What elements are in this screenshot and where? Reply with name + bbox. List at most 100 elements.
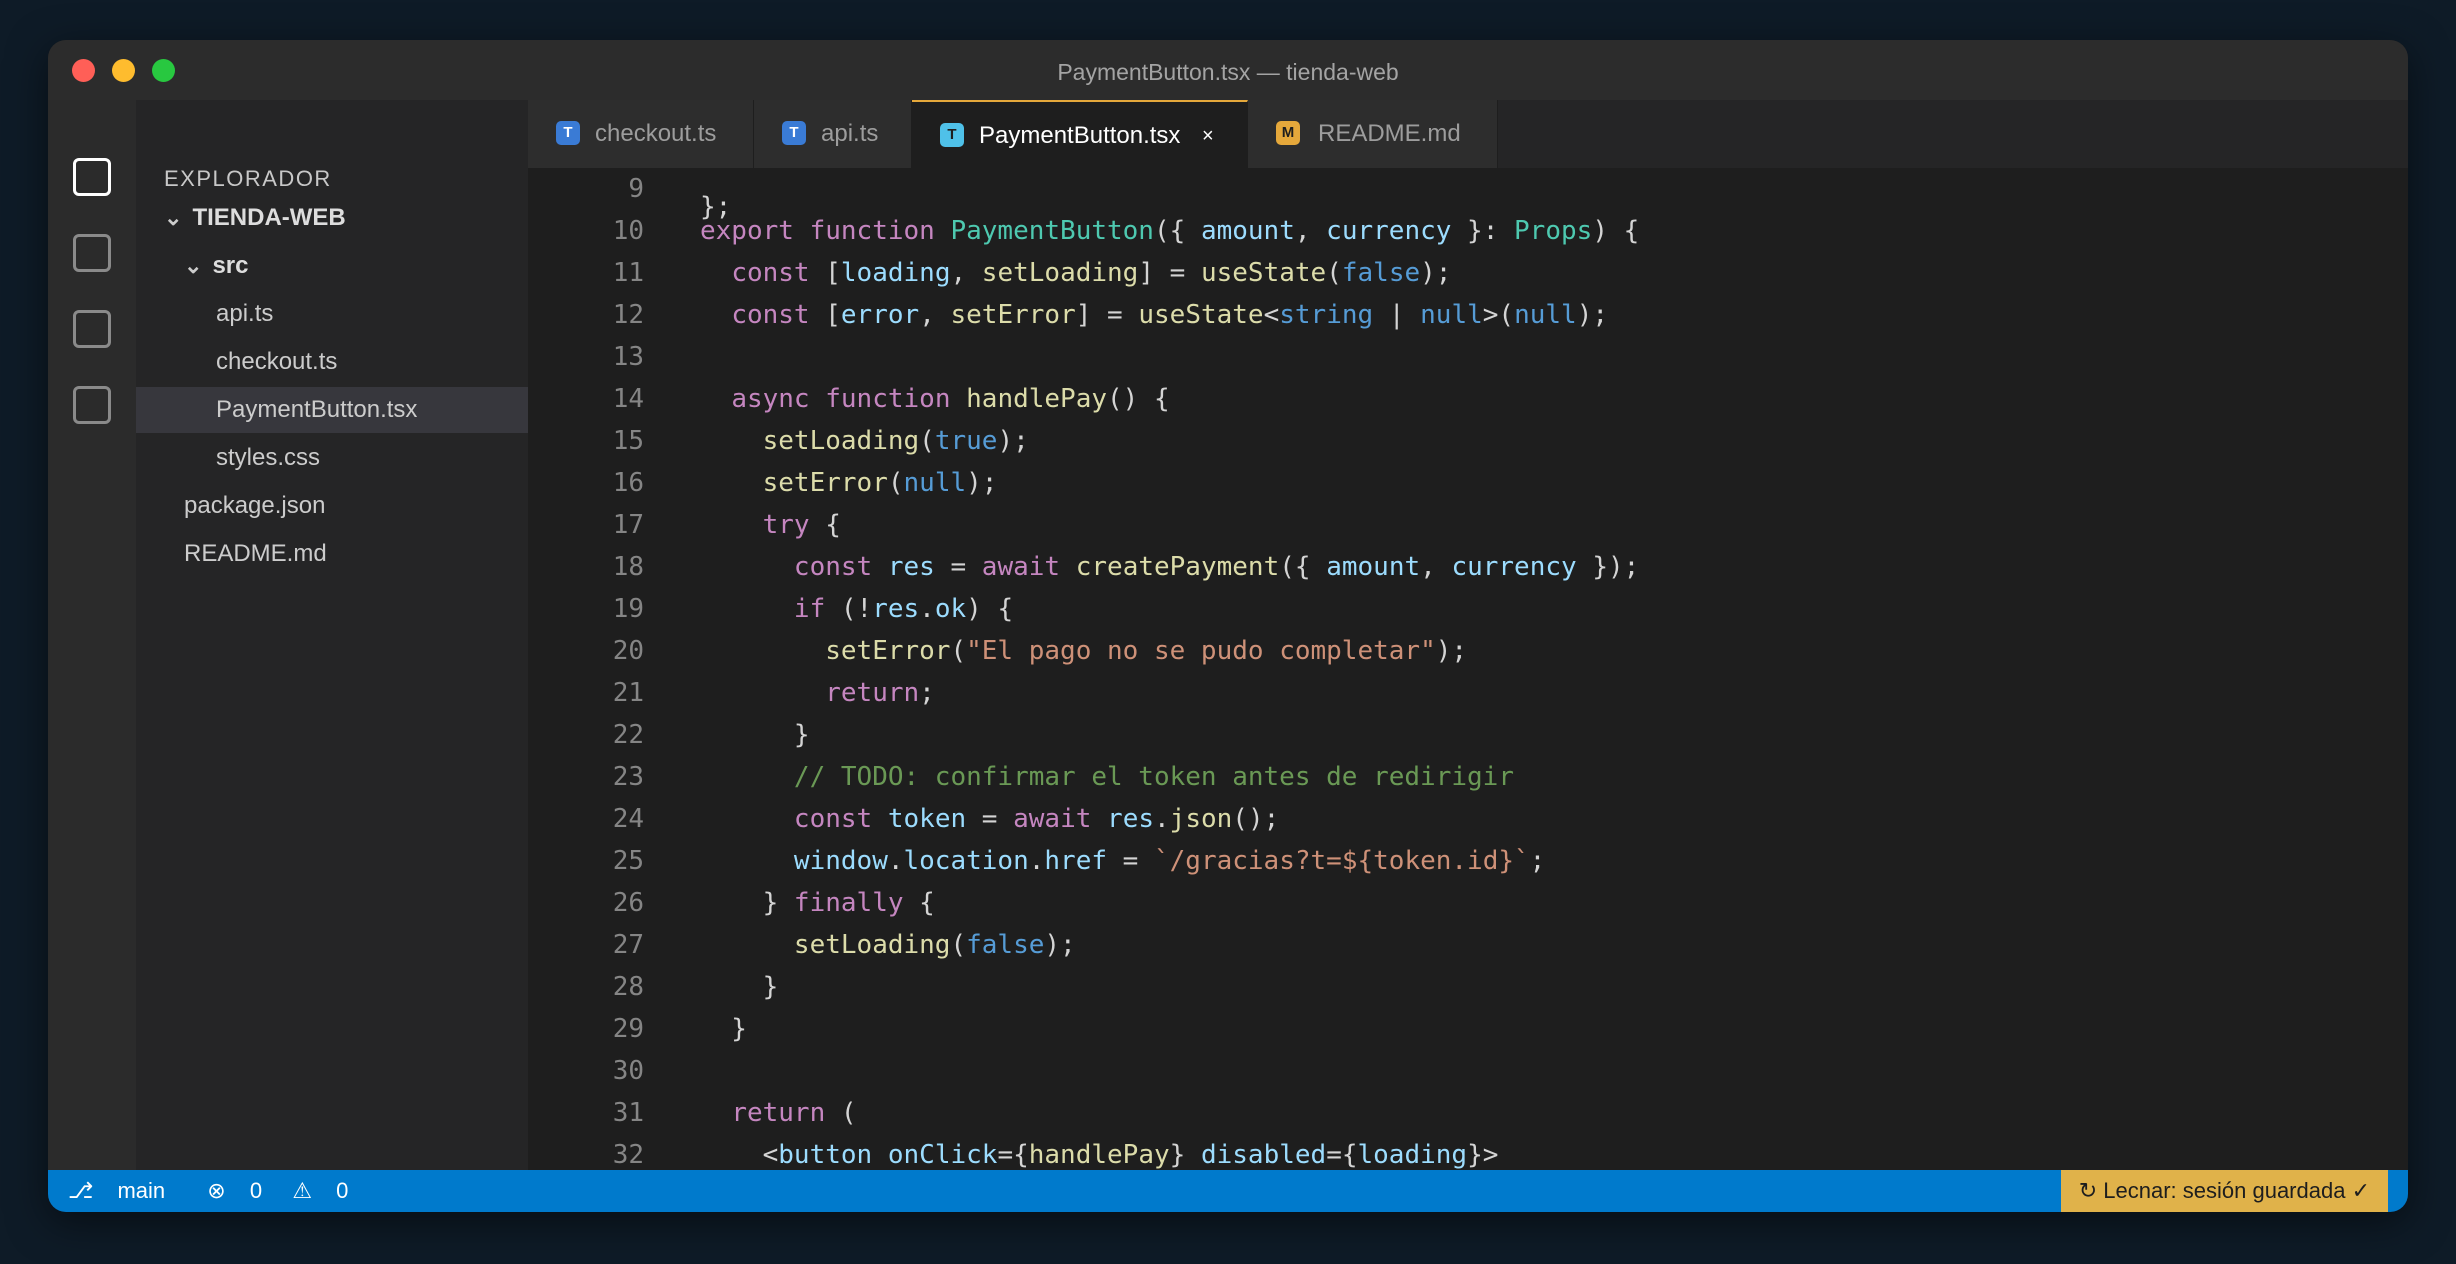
code-text: <button onClick={handlePay} disabled={lo…	[700, 1140, 1499, 1170]
git-branch-icon: ⎇	[68, 1178, 100, 1203]
line-number: 17	[612, 510, 644, 540]
code-text: return (	[731, 1098, 857, 1128]
branch-indicator[interactable]: ⎇ main	[68, 1178, 183, 1203]
tree-label: TIENDA-WEB	[192, 204, 346, 231]
code-text: setLoading(true);	[762, 426, 1029, 456]
code-line: 16 setError(null);	[528, 462, 2408, 504]
code-text: window.location.href = `/gracias?t=${tok…	[793, 846, 1546, 876]
code-text: const res = await createPayment({ amount…	[793, 552, 1640, 582]
code-line: 28 }	[528, 966, 2408, 1008]
tab-bar: T checkout.ts T api.ts T PaymentButton.t…	[528, 100, 2408, 168]
line-number: 16	[612, 468, 644, 498]
code-line: 15 setLoading(true);	[528, 420, 2408, 462]
code-line: 23 // TODO: confirmar el token antes de …	[528, 756, 2408, 798]
line-number: 32	[612, 1140, 644, 1170]
line-number: 18	[612, 552, 644, 582]
line-number: 12	[612, 300, 644, 330]
code-line: 27 setLoading(false);	[528, 924, 2408, 966]
code-text: const [loading, setLoading] = useState(f…	[731, 258, 1452, 288]
line-number: 22	[612, 720, 644, 750]
tree-file-readme[interactable]: README.md	[136, 531, 528, 577]
code-line: 12 const [error, setError] = useState<st…	[528, 294, 2408, 336]
line-number: 23	[612, 762, 644, 792]
tree-file-paymentbutton[interactable]: PaymentButton.tsx	[136, 387, 528, 433]
warning-count: 0	[336, 1178, 349, 1203]
code-line: 29 }	[528, 1008, 2408, 1050]
tree-file-checkout[interactable]: checkout.ts	[136, 339, 528, 385]
code-line: 13	[528, 336, 2408, 378]
search-icon[interactable]	[73, 234, 111, 272]
code-text: const [error, setError] = useState<strin…	[731, 300, 1609, 330]
code-text: }	[700, 720, 810, 750]
status-bar: ⎇ main ⊗ 0 ⚠ 0 ↻ Lecnar: sesión guardada…	[48, 1170, 2408, 1212]
explorer-sidebar: EXPLORADOR ⌄ TIENDA-WEB ⌄ src api.ts check…	[136, 100, 528, 1170]
tab-readme[interactable]: M README.md	[1248, 100, 1498, 168]
error-count: 0	[249, 1178, 263, 1203]
line-number: 29	[612, 1014, 644, 1044]
code-line: 20 setError("El pago no se pudo completa…	[528, 630, 2408, 672]
session-status-badge[interactable]: ↻ Lecnar: sesión guardada ✓	[2060, 1170, 2388, 1212]
line-number: 30	[612, 1056, 644, 1086]
tab-paymentbutton[interactable]: T PaymentButton.tsx ×	[912, 100, 1248, 168]
markdown-file-icon: M	[1276, 121, 1300, 145]
line-number: 27	[612, 930, 644, 960]
code-text: }	[700, 1014, 747, 1044]
title-bar: PaymentButton.tsx — tienda-web	[48, 40, 2408, 100]
code-text: setError("El pago no se pudo completar")…	[825, 636, 1468, 666]
sidebar-title: EXPLORADOR	[164, 166, 332, 191]
code-text: setError(null);	[762, 468, 998, 498]
source-control-icon[interactable]	[73, 310, 111, 348]
chevron-down-icon: ⌄	[164, 205, 183, 230]
line-number: 15	[612, 426, 644, 456]
status-left: ⎇ main ⊗ 0 ⚠ 0	[68, 1170, 384, 1212]
problems-indicator[interactable]: ⊗ 0 ⚠ 0	[207, 1178, 366, 1203]
line-number: 13	[612, 342, 644, 372]
code-text: } finally {	[700, 888, 935, 918]
tree-folder-src[interactable]: ⌄ src	[136, 243, 528, 289]
line-number: 28	[612, 972, 644, 1002]
close-tab-icon[interactable]: ×	[1202, 102, 1214, 170]
tree-file-package[interactable]: package.json	[136, 483, 528, 529]
code-line: 21 return;	[528, 672, 2408, 714]
line-number: 26	[612, 888, 644, 918]
tree-file-api[interactable]: api.ts	[136, 291, 528, 337]
tree-label: checkout.ts	[216, 348, 338, 375]
code-editor[interactable]: }; 9 10 export function PaymentButton({ am…	[528, 168, 2408, 1170]
tree-label: package.json	[184, 492, 326, 519]
code-line: 19 if (!res.ok) {	[528, 588, 2408, 630]
line-number: 21	[612, 678, 644, 708]
line-number: 24	[612, 804, 644, 834]
tab-api[interactable]: T api.ts	[754, 100, 912, 168]
code-line: 30	[528, 1050, 2408, 1092]
code-line: 24 const token = await res.json();	[528, 798, 2408, 840]
line-number: 19	[612, 594, 644, 624]
code-text: }	[700, 972, 779, 1002]
tree-file-styles[interactable]: styles.css	[136, 435, 528, 481]
tsx-file-icon: T	[940, 123, 964, 147]
code-line: 32 <button onClick={handlePay} disabled=…	[528, 1134, 2408, 1170]
tree-label: PaymentButton.tsx	[216, 396, 418, 423]
code-line: 25 window.location.href = `/gracias?t=${…	[528, 840, 2408, 882]
line-number: 31	[612, 1098, 644, 1128]
code-line: 9	[528, 168, 2408, 210]
typescript-file-icon: T	[556, 121, 580, 145]
tree-folder-root[interactable]: ⌄ TIENDA-WEB	[136, 195, 528, 241]
tab-label: PaymentButton.tsx	[979, 122, 1181, 149]
tab-checkout[interactable]: T checkout.ts	[528, 100, 754, 168]
code-line: 31 return (	[528, 1092, 2408, 1134]
tree-label: README.md	[184, 540, 327, 567]
activity-bar	[48, 100, 136, 1170]
line-number: 11	[612, 258, 644, 288]
typescript-file-icon: T	[782, 121, 806, 145]
code-text: if (!res.ok) {	[793, 594, 1014, 624]
line-number: 10	[612, 216, 644, 246]
code-line: 10 export function PaymentButton({ amount…	[528, 210, 2408, 252]
extensions-icon[interactable]	[73, 386, 111, 424]
branch-name: main	[117, 1178, 166, 1203]
tab-label: README.md	[1318, 120, 1461, 147]
explorer-icon[interactable]	[73, 158, 111, 196]
tree-label: src	[212, 252, 249, 279]
code-text: setLoading(false);	[793, 930, 1076, 960]
tree-label: api.ts	[216, 300, 274, 327]
warning-icon: ⚠	[292, 1178, 319, 1203]
